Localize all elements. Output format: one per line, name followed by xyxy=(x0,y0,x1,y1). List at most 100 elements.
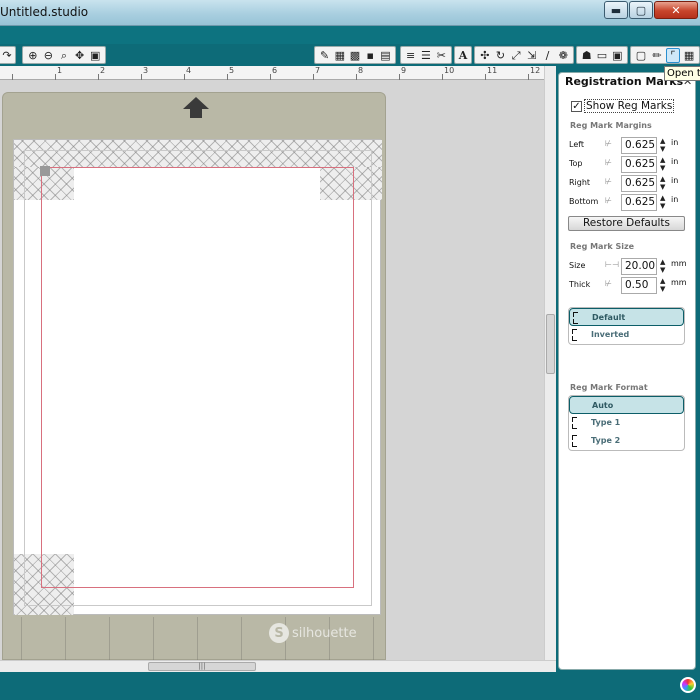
margin-bottom-input[interactable]: 0.625 xyxy=(621,194,657,211)
horizontal-scroll-thumb[interactable]: ||| xyxy=(148,662,256,671)
reg-corner-icon xyxy=(572,435,582,447)
zoom-in-icon[interactable]: ⊕ xyxy=(26,48,40,63)
margin-top-label: Top xyxy=(569,159,583,168)
horizontal-scrollbar[interactable]: ||| xyxy=(0,660,556,672)
toolbar: ↷ ⊕ ⊖ ⌕ ✥ ▣ ✎ ▦ ▩ ▪ ▤ ≡ ☰ ✂ A ✣ ↻ ⤢ ⇲ ∕ … xyxy=(0,44,700,66)
fill-group: ✎ ▦ ▩ ▪ ▤ xyxy=(314,46,396,64)
thick-row: Thick ⊬ 0.50 ▲ ▼ mm xyxy=(569,277,693,295)
canvas-workspace[interactable]: S silhouette xyxy=(0,80,544,661)
transform-group: ✣ ↻ ⤢ ⇲ ∕ ❁ xyxy=(474,46,574,64)
option-default[interactable]: Default xyxy=(569,308,684,326)
margin-top-input[interactable]: 0.625 xyxy=(621,156,657,173)
size-unit: mm xyxy=(671,259,687,268)
margin-right-icon: ⊬ xyxy=(605,177,612,186)
fill-color-icon[interactable]: ✎ xyxy=(318,48,331,63)
scale-icon[interactable]: ⤢ xyxy=(509,48,523,63)
option-auto-label: Auto xyxy=(592,401,614,410)
cut-settings-icon[interactable]: ▦ xyxy=(682,48,696,63)
fit-page-icon[interactable]: ▣ xyxy=(88,48,102,63)
move-icon[interactable]: ⇲ xyxy=(525,48,539,63)
library-group: ☗ ▭ ▣ xyxy=(576,46,628,64)
option-inverted[interactable]: Inverted xyxy=(569,326,684,344)
cutting-mat: S silhouette xyxy=(2,92,386,661)
zoom-out-icon[interactable]: ⊖ xyxy=(42,48,56,63)
show-reg-marks-row[interactable]: ✓ Show Reg Marks xyxy=(571,99,675,113)
replicate-icon[interactable]: ❁ xyxy=(556,48,570,63)
show-reg-marks-label[interactable]: Show Reg Marks xyxy=(584,99,675,113)
page-setup-icon[interactable]: ▢ xyxy=(634,48,648,63)
option-type-2[interactable]: Type 2 xyxy=(569,432,684,450)
shadow-icon[interactable]: ▤ xyxy=(379,48,392,63)
color-wheel-icon[interactable] xyxy=(680,677,696,693)
format-heading: Reg Mark Format xyxy=(570,383,648,392)
align-icon[interactable]: ✣ xyxy=(478,48,492,63)
page[interactable] xyxy=(13,139,382,615)
pattern-icon[interactable]: ▪ xyxy=(364,48,377,63)
redo-icon[interactable]: ↷ xyxy=(2,48,12,63)
margin-left-unit: in xyxy=(671,138,679,147)
thick-spinner[interactable]: ▲ ▼ xyxy=(660,277,665,293)
maximize-button[interactable]: ▢ xyxy=(629,1,653,19)
option-type-1-label: Type 1 xyxy=(591,418,621,427)
margin-right-label: Right xyxy=(569,178,591,187)
margin-bottom-row: Bottom ⊬ 0.625 ▲ ▼ in xyxy=(569,194,693,212)
size-label: Size xyxy=(569,261,586,270)
line-color-icon[interactable]: ≡ xyxy=(404,48,417,63)
sketch-pen-icon[interactable]: ✏ xyxy=(650,48,664,63)
margin-right-row: Right ⊬ 0.625 ▲ ▼ in xyxy=(569,175,693,193)
title-bar: Untitled.studio ▬ ▢ ✕ xyxy=(0,0,700,26)
size-input[interactable]: 20.00 xyxy=(621,258,657,275)
scissors-icon[interactable]: ✂ xyxy=(435,48,448,63)
thick-unit: mm xyxy=(671,278,687,287)
ruler-label: 5 xyxy=(229,66,235,75)
ruler-label: 6 xyxy=(272,66,278,75)
minimize-button[interactable]: ▬ xyxy=(604,1,628,19)
hatch-icon[interactable]: ▩ xyxy=(348,48,361,63)
margin-top-unit: in xyxy=(671,157,679,166)
option-auto[interactable]: Auto xyxy=(569,396,684,414)
ruler-label: 10 xyxy=(444,66,455,75)
margin-left-input[interactable]: 0.625 xyxy=(621,137,657,154)
text-style-icon[interactable]: A xyxy=(458,48,468,63)
rotate-icon[interactable]: ↻ xyxy=(494,48,508,63)
line-style-icon[interactable]: ☰ xyxy=(419,48,432,63)
reg-corner-icon xyxy=(573,312,583,324)
ruler-label: 1 xyxy=(57,66,63,75)
window-title: Untitled.studio xyxy=(0,5,89,19)
size-heading: Reg Mark Size xyxy=(570,242,635,251)
restore-defaults-button[interactable]: Restore Defaults xyxy=(568,216,685,231)
margin-bottom-icon: ⊬ xyxy=(605,196,612,205)
zoom-box-icon[interactable]: ⌕ xyxy=(57,48,71,63)
thick-input[interactable]: 0.50 xyxy=(621,277,657,294)
page-icon[interactable]: ▭ xyxy=(595,48,608,63)
margin-left-spinner[interactable]: ▲ ▼ xyxy=(660,137,665,153)
ruler-label: 8 xyxy=(358,66,364,75)
zoom-group: ⊕ ⊖ ⌕ ✥ ▣ xyxy=(22,46,106,64)
status-bar xyxy=(0,672,700,700)
library-icon[interactable]: ☗ xyxy=(580,48,593,63)
size-spinner[interactable]: ▲ ▼ xyxy=(660,258,665,274)
ruler-label: 9 xyxy=(401,66,407,75)
margin-bottom-spinner[interactable]: ▲ ▼ xyxy=(660,194,665,210)
knife-icon[interactable]: ∕ xyxy=(541,48,555,63)
tooltip: Open th xyxy=(664,66,700,81)
ruler-label: 4 xyxy=(186,66,192,75)
show-reg-marks-checkbox[interactable]: ✓ xyxy=(571,100,582,112)
image-icon[interactable]: ▣ xyxy=(611,48,624,63)
grid-icon[interactable]: ▦ xyxy=(333,48,346,63)
reg-corner-icon xyxy=(572,417,582,429)
pan-icon[interactable]: ✥ xyxy=(73,48,87,63)
margin-right-input[interactable]: 0.625 xyxy=(621,175,657,192)
vertical-scrollbar[interactable] xyxy=(544,66,556,660)
registration-marks-icon[interactable]: ⌜ xyxy=(665,47,681,63)
vertical-scroll-thumb[interactable] xyxy=(546,314,555,374)
option-type-1[interactable]: Type 1 xyxy=(569,414,684,432)
registration-square xyxy=(40,166,50,176)
margin-right-spinner[interactable]: ▲ ▼ xyxy=(660,175,665,191)
close-button[interactable]: ✕ xyxy=(654,1,698,19)
reg-style-list: Default Inverted xyxy=(568,307,685,345)
ruler-label: 3 xyxy=(143,66,149,75)
feed-arrow-stem xyxy=(190,109,202,118)
margin-top-spinner[interactable]: ▲ ▼ xyxy=(660,156,665,172)
menu-strip xyxy=(0,26,700,44)
